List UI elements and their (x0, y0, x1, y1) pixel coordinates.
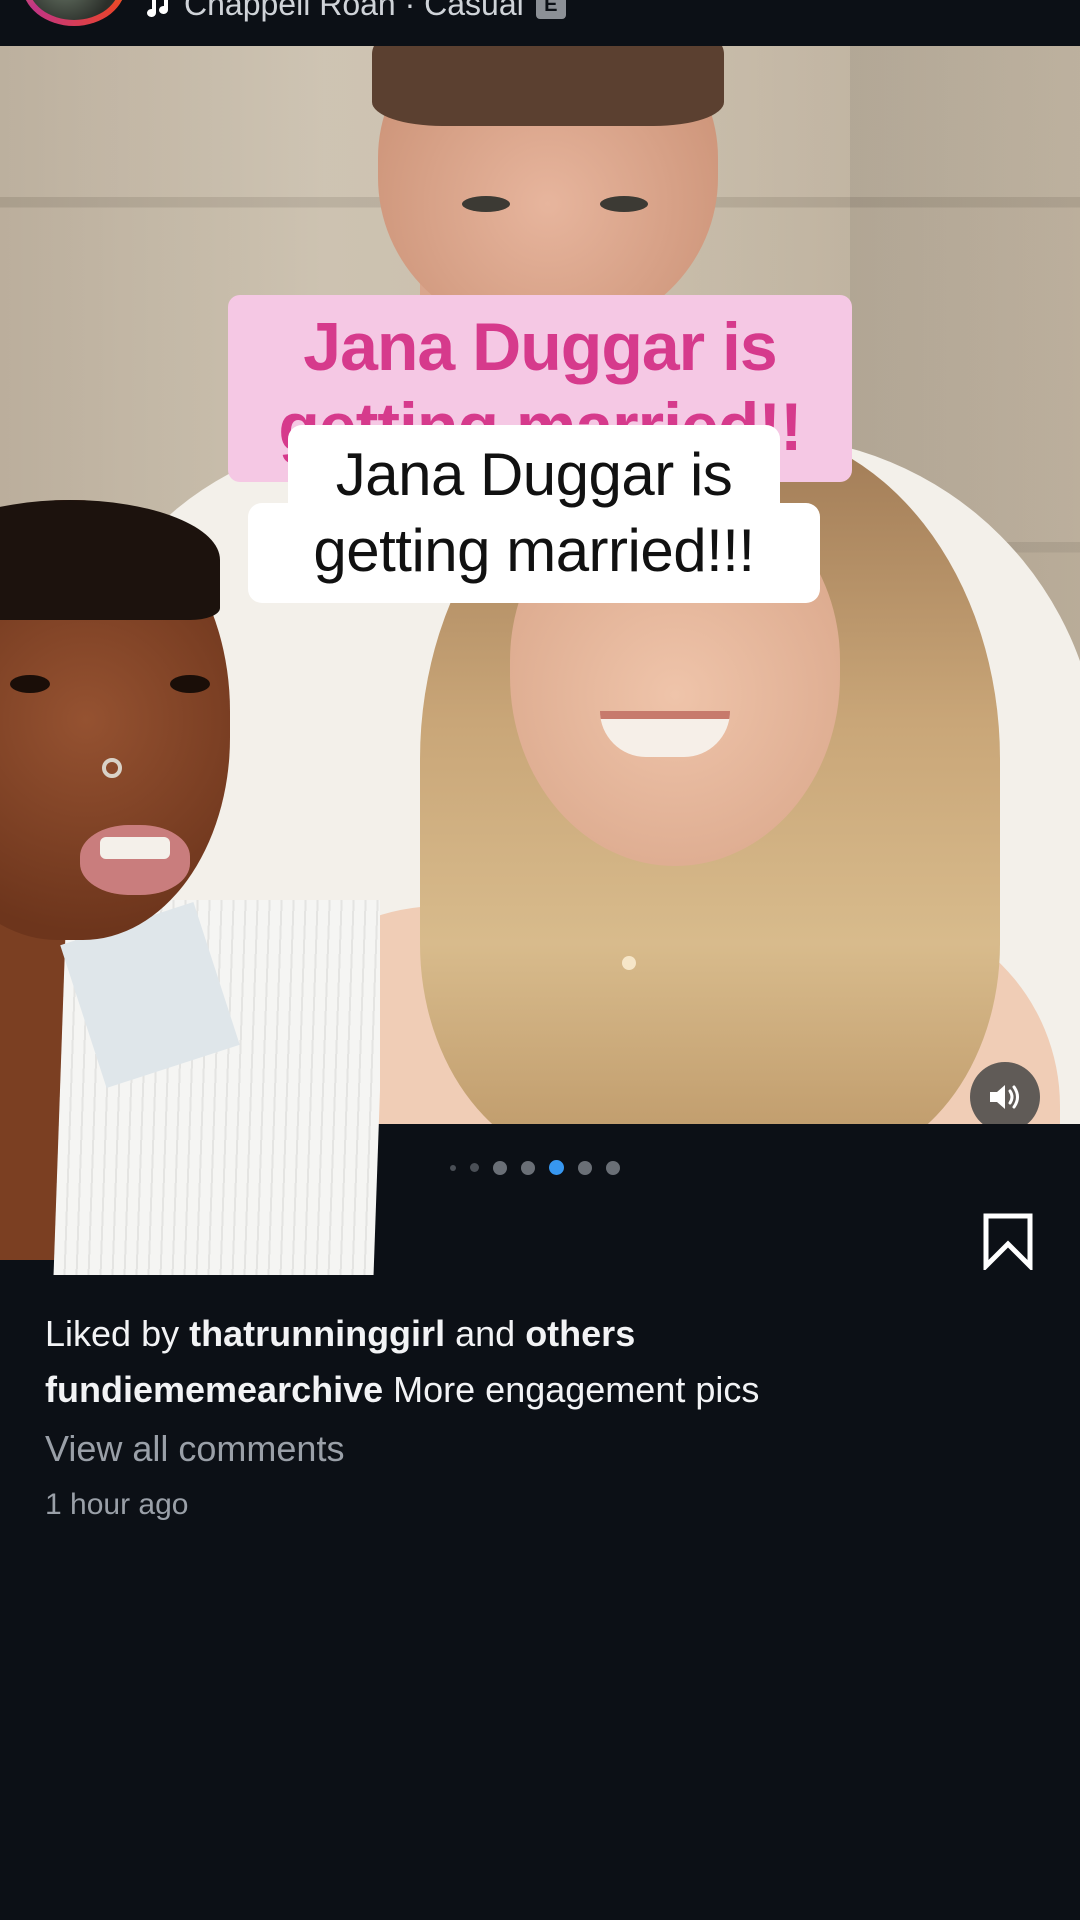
creator-greenscreen-cutout (0, 500, 380, 1275)
carousel-dot-active (549, 1160, 564, 1175)
liked-by-user-link[interactable]: thatrunninggirl (189, 1313, 445, 1354)
man-hair (372, 46, 724, 126)
carousel-indicator (450, 1160, 620, 1175)
caption-text: More engagement pics (393, 1369, 760, 1410)
story-avatar[interactable] (22, 0, 126, 26)
carousel-dot (606, 1160, 620, 1175)
instagram-post-screen: Chappell Roan · Casual E Jana Duggar is … (0, 0, 1080, 1920)
creator-eye (10, 675, 50, 693)
music-note-icon (147, 0, 168, 17)
necklace (622, 956, 636, 970)
creator-teeth (100, 837, 170, 859)
carousel-dot (521, 1160, 535, 1175)
music-track-label: Chappell Roan · Casual (184, 0, 524, 22)
carousel-dot (578, 1160, 592, 1175)
bookmark-icon[interactable] (980, 1212, 1036, 1270)
carousel-dot (470, 1163, 479, 1172)
avatar-image (28, 0, 120, 20)
music-attribution[interactable]: Chappell Roan · Casual E (142, 0, 566, 23)
liked-by-line[interactable]: Liked by thatrunninggirl and others (45, 1306, 1045, 1362)
creator-hair (0, 500, 220, 620)
man-eye (600, 196, 648, 212)
liked-by-and: and (455, 1313, 516, 1354)
carousel-dot (450, 1164, 456, 1171)
post-caption-area: Liked by thatrunninggirl and others fund… (45, 1306, 1045, 1528)
creator-eye (170, 675, 210, 693)
view-all-comments-link[interactable]: View all comments (45, 1424, 1045, 1474)
creator-mouth (80, 825, 190, 895)
explicit-badge: E (535, 0, 566, 19)
author-username-link[interactable]: fundiememearchive (45, 1369, 383, 1410)
creator-nose-ring (102, 758, 122, 778)
speaker-icon (990, 1085, 1019, 1109)
liked-by-prefix: Liked by (45, 1313, 180, 1354)
man-eye (462, 196, 510, 212)
post-timestamp: 1 hour ago (45, 1488, 189, 1521)
liked-by-others-link[interactable]: others (525, 1313, 635, 1354)
volume-button[interactable] (970, 1062, 1040, 1124)
carousel-dot (493, 1160, 507, 1175)
post-header: Chappell Roan · Casual E (0, 0, 1080, 46)
caption-line: fundiememearchive More engagement pics (45, 1362, 1045, 1418)
